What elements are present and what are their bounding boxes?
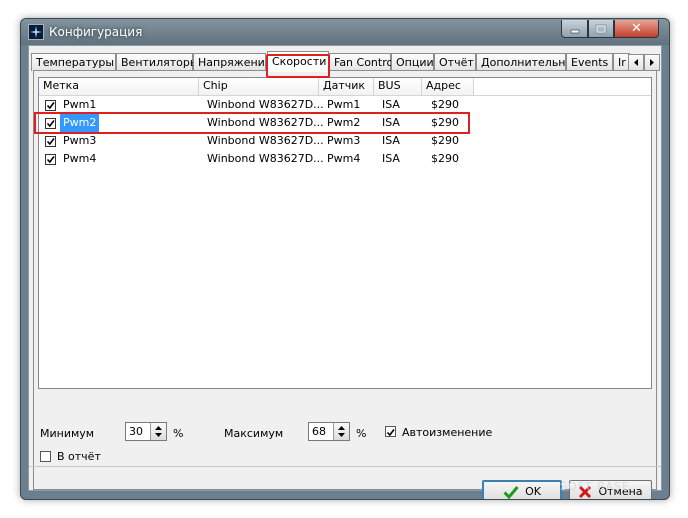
row-label: Pwm4 (63, 152, 97, 165)
tab-additional[interactable]: Дополнительно (476, 53, 572, 71)
row-label: Pwm1 (63, 98, 97, 111)
checkmark-icon (46, 138, 55, 146)
minimum-label: Минимум (40, 427, 95, 440)
maximum-spin-button[interactable] (333, 423, 349, 440)
footer-divider (29, 466, 661, 467)
column-header-label[interactable]: Метка (39, 78, 199, 95)
row-address: $290 (431, 134, 459, 147)
green-check-icon (503, 485, 519, 499)
minimize-icon (570, 29, 579, 33)
pwm-list[interactable]: Метка Chip Датчик BUS Адрес Pwm1 Winbond… (38, 77, 652, 389)
row-label: Pwm3 (63, 134, 97, 147)
maximum-value: 68 (312, 425, 326, 438)
minimize-button[interactable] (561, 20, 588, 38)
row-bus: ISA (382, 98, 400, 111)
column-header-sensor[interactable]: Датчик (319, 78, 374, 95)
maximum-spinbox[interactable]: 68 (308, 422, 350, 441)
tab-voltages[interactable]: Напряжения (193, 53, 271, 71)
row-checkbox[interactable] (45, 100, 56, 111)
speeds-tab-panel: Метка Chip Датчик BUS Адрес Pwm1 Winbond… (33, 70, 657, 490)
close-button[interactable]: ✕ (614, 20, 659, 38)
in-report-label[interactable]: В отчёт (57, 450, 101, 463)
maximum-label: Максимум (224, 427, 284, 440)
auto-change-label[interactable]: Автоизменение (402, 426, 492, 439)
tab-options[interactable]: Опции (391, 53, 434, 71)
row-checkbox[interactable] (45, 154, 56, 165)
row-chip: Winbond W83627D... (207, 116, 324, 129)
list-item-selected[interactable]: Pwm2 Winbond W83627D... Pwm2 ISA $290 (39, 114, 479, 132)
tab-fans[interactable]: Вентиляторы (116, 53, 199, 71)
row-chip: Winbond W83627D... (207, 152, 324, 165)
tab-scroll-left-button[interactable] (628, 54, 644, 71)
row-bus: ISA (382, 152, 400, 165)
checkmark-icon (386, 429, 395, 437)
column-header-address[interactable]: Адрес (422, 78, 474, 95)
maximize-button[interactable] (588, 20, 614, 38)
checkmark-icon (46, 102, 55, 110)
list-item[interactable]: Pwm4 Winbond W83627D... Pwm4 ISA $290 (39, 150, 479, 168)
row-sensor: Pwm4 (327, 152, 361, 165)
checkmark-icon (46, 120, 55, 128)
list-header: Метка Chip Датчик BUS Адрес (39, 78, 651, 96)
title-bar[interactable]: Конфигурация ✕ (21, 19, 669, 45)
app-icon (28, 24, 44, 40)
configuration-window: Конфигурация ✕ Температуры Вентиляторы Н… (20, 18, 670, 500)
spin-arrows-icon (338, 426, 345, 437)
row-address: $290 (431, 116, 459, 129)
arrow-right-icon (650, 59, 654, 66)
list-item[interactable]: Pwm3 Winbond W83627D... Pwm3 ISA $290 (39, 132, 479, 150)
tab-events[interactable]: Events (566, 53, 613, 71)
dialog-client-area: Температуры Вентиляторы Напряжения Скоро… (28, 45, 662, 499)
close-icon: ✕ (631, 21, 642, 36)
row-checkbox[interactable] (45, 118, 56, 129)
row-sensor: Pwm2 (327, 116, 361, 129)
arrow-left-icon (634, 59, 638, 66)
row-bus: ISA (382, 116, 400, 129)
maximum-unit: % (356, 427, 367, 440)
row-chip: Winbond W83627D... (207, 98, 324, 111)
checkmark-icon (46, 156, 55, 164)
watermark: SOFT BASE (560, 480, 630, 493)
list-item[interactable]: Pwm1 Winbond W83627D... Pwm1 ISA $290 (39, 96, 479, 114)
minimum-value: 30 (129, 425, 143, 438)
column-header-bus[interactable]: BUS (374, 78, 422, 95)
minimum-spin-button[interactable] (150, 423, 166, 440)
row-address: $290 (431, 98, 459, 111)
ok-button-label: OK (525, 485, 541, 498)
tab-scroll-right-button[interactable] (644, 54, 660, 71)
tab-temperatures[interactable]: Температуры (31, 53, 116, 71)
row-sensor: Pwm1 (327, 98, 361, 111)
row-chip: Winbond W83627D... (207, 134, 324, 147)
minimum-spinbox[interactable]: 30 (125, 422, 167, 441)
ok-button[interactable]: OK (482, 480, 562, 499)
in-report-checkbox[interactable] (40, 451, 51, 462)
row-checkbox[interactable] (45, 136, 56, 147)
column-header-chip[interactable]: Chip (199, 78, 319, 95)
minimum-unit: % (173, 427, 184, 440)
row-bus: ISA (382, 134, 400, 147)
tab-speeds[interactable]: Скорости (267, 51, 329, 72)
row-sensor: Pwm3 (327, 134, 361, 147)
auto-change-checkbox[interactable] (385, 426, 396, 437)
row-address: $290 (431, 152, 459, 165)
tab-strip: Температуры Вентиляторы Напряжения Скоро… (29, 51, 661, 78)
tab-fan-control[interactable]: Fan Control (329, 53, 396, 71)
window-title: Конфигурация (49, 25, 143, 39)
tab-report[interactable]: Отчёт (434, 53, 476, 71)
row-label: Pwm2 (60, 114, 100, 132)
maximize-icon (595, 24, 607, 33)
spin-arrows-icon (155, 426, 162, 437)
